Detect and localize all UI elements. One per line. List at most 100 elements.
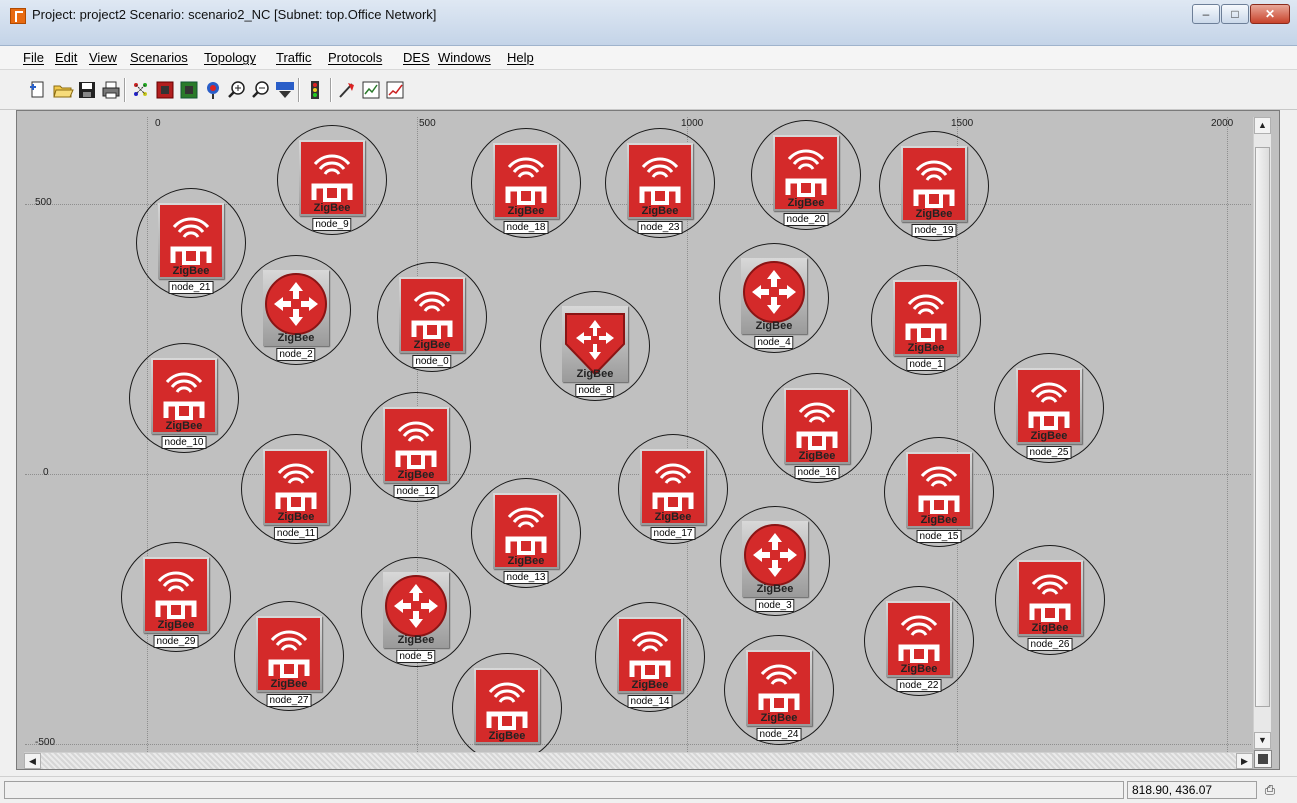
zigbee-node[interactable]: ZigBee node_2 xyxy=(241,255,351,375)
results-icon[interactable] xyxy=(360,79,382,101)
node-type-label: ZigBee xyxy=(488,730,526,742)
navigator-icon[interactable] xyxy=(1254,750,1272,768)
node-name-label[interactable]: node_12 xyxy=(393,485,439,498)
zigbee-node[interactable]: ZigBee node_11 xyxy=(241,434,351,554)
zigbee-node[interactable]: ZigBee node_25 xyxy=(994,353,1104,473)
zigbee-node[interactable]: ZigBee node_3 xyxy=(720,506,830,626)
network-canvas[interactable]: 0 500 1000 1500 2000 500 0 -500 ZigBee no… xyxy=(25,117,1251,758)
node-name-label[interactable]: node_4 xyxy=(754,336,794,349)
deploy-icon[interactable] xyxy=(130,79,152,101)
zigbee-node[interactable]: ZigBee node_12 xyxy=(361,392,471,512)
node-name-label[interactable]: node_17 xyxy=(650,527,696,540)
scroll-thumb[interactable] xyxy=(1255,147,1270,707)
node-name-label[interactable]: node_29 xyxy=(153,635,199,648)
minimize-button[interactable]: – xyxy=(1192,4,1220,24)
zigbee-node[interactable]: ZigBee node_0 xyxy=(377,262,487,382)
zigbee-node[interactable]: ZigBee node_19 xyxy=(879,131,989,251)
node-name-label[interactable]: node_3 xyxy=(755,599,795,612)
zigbee-node[interactable]: ZigBee node_9 xyxy=(277,125,387,245)
menu-scenarios[interactable]: Scenarios xyxy=(130,50,188,65)
node-name-label[interactable]: node_19 xyxy=(911,224,957,237)
y-tick-label: 500 xyxy=(35,197,52,208)
menu-view[interactable]: View xyxy=(89,50,117,65)
node-name-label[interactable]: node_10 xyxy=(161,436,207,449)
node-name-label[interactable]: node_8 xyxy=(575,384,615,397)
verify-icon[interactable] xyxy=(178,79,200,101)
node-name-label[interactable]: node_13 xyxy=(503,571,549,584)
title-bar: Project: project2 Scenario: scenario2_NC… xyxy=(0,0,1297,46)
zigbee-node[interactable]: ZigBee node_16 xyxy=(762,373,872,493)
node-name-label[interactable]: node_23 xyxy=(637,221,683,234)
node-name-label[interactable]: node_25 xyxy=(1026,446,1072,459)
status-icon[interactable]: ⎙ xyxy=(1262,782,1278,798)
node-name-label[interactable]: node_9 xyxy=(312,218,352,231)
zigbee-node[interactable]: ZigBee node_14 xyxy=(595,602,705,722)
failure-icon[interactable] xyxy=(336,79,358,101)
node-name-label[interactable]: node_15 xyxy=(916,530,962,543)
node-name-label[interactable]: node_18 xyxy=(503,221,549,234)
zoom-in-icon[interactable] xyxy=(226,79,248,101)
menu-help[interactable]: Help xyxy=(507,50,534,65)
node-name-label[interactable]: node_14 xyxy=(627,695,673,708)
ace-icon[interactable] xyxy=(274,79,296,101)
node-name-label[interactable]: node_24 xyxy=(756,728,802,741)
status-bar: 818.90, 436.07 ⎙ xyxy=(0,776,1297,803)
zigbee-node[interactable]: ZigBee node_13 xyxy=(471,478,581,598)
menu-des[interactable]: DES xyxy=(403,50,430,65)
zigbee-node[interactable]: ZigBee node_10 xyxy=(129,343,239,463)
maximize-button[interactable]: □ xyxy=(1221,4,1249,24)
zigbee-node[interactable]: ZigBee node_20 xyxy=(751,120,861,240)
scroll-down-button[interactable]: ▼ xyxy=(1254,732,1271,749)
node-name-label[interactable]: node_16 xyxy=(794,466,840,479)
menu-protocols[interactable]: Protocols xyxy=(328,50,382,65)
zigbee-node[interactable]: ZigBee node_23 xyxy=(605,128,715,248)
zigbee-node[interactable]: ZigBee node_24 xyxy=(724,635,834,755)
zigbee-node[interactable]: ZigBee node_26 xyxy=(995,545,1105,665)
print-icon[interactable] xyxy=(100,79,122,101)
close-button[interactable]: ✕ xyxy=(1250,4,1290,24)
zigbee-node[interactable]: ZigBee node_15 xyxy=(884,437,994,557)
node-name-label[interactable]: node_20 xyxy=(783,213,829,226)
menu-file[interactable]: File xyxy=(23,50,44,65)
node-name-label[interactable]: node_1 xyxy=(906,358,946,371)
node-name-label[interactable]: node_2 xyxy=(276,348,316,361)
node-type-label: ZigBee xyxy=(900,663,938,675)
node-name-label[interactable]: node_11 xyxy=(273,527,319,540)
node-type-label: ZigBee xyxy=(907,342,945,354)
scroll-right-button[interactable]: ▶ xyxy=(1236,753,1253,769)
run-simulation-icon[interactable] xyxy=(304,79,326,101)
x-tick-label: 2000 xyxy=(1211,118,1234,129)
node-name-label[interactable]: node_5 xyxy=(396,650,436,663)
zigbee-node[interactable]: ZigBee node_17 xyxy=(618,434,728,554)
node-name-label[interactable]: node_21 xyxy=(168,281,214,294)
node-name-label[interactable]: node_0 xyxy=(412,355,452,368)
zigbee-node[interactable]: ZigBee node_27 xyxy=(234,601,344,721)
zigbee-node[interactable]: ZigBee node_29 xyxy=(121,542,231,662)
node-type-label: ZigBee xyxy=(787,197,825,209)
zigbee-node[interactable]: ZigBee node_4 xyxy=(719,243,829,363)
open-icon[interactable] xyxy=(52,79,74,101)
menu-edit[interactable]: Edit xyxy=(55,50,77,65)
node-name-label[interactable]: node_22 xyxy=(896,679,942,692)
zoom-out-icon[interactable] xyxy=(250,79,272,101)
zigbee-node[interactable]: ZigBee node_1 xyxy=(871,265,981,385)
checkpoint-icon[interactable] xyxy=(202,79,224,101)
node-name-label[interactable]: node_27 xyxy=(266,694,312,707)
menu-traffic[interactable]: Traffic xyxy=(276,50,311,65)
menu-topology[interactable]: Topology xyxy=(204,50,256,65)
configure-icon[interactable] xyxy=(154,79,176,101)
zigbee-node[interactable]: ZigBee node_8 xyxy=(540,291,650,411)
save-icon[interactable] xyxy=(76,79,98,101)
graph-icon[interactable] xyxy=(384,79,406,101)
scroll-left-button[interactable]: ◀ xyxy=(24,753,41,769)
horizontal-scrollbar[interactable]: ◀ ▶ xyxy=(24,752,1253,769)
node-name-label[interactable]: node_26 xyxy=(1027,638,1073,651)
zigbee-node[interactable]: ZigBee node_21 xyxy=(136,188,246,308)
zigbee-node[interactable]: ZigBee node_18 xyxy=(471,128,581,248)
menu-windows[interactable]: Windows xyxy=(438,50,491,65)
new-project-icon[interactable] xyxy=(27,79,49,101)
zigbee-node[interactable]: ZigBee node_22 xyxy=(864,586,974,706)
vertical-scrollbar[interactable]: ▲ ▼ xyxy=(1253,117,1271,749)
zigbee-node[interactable]: ZigBee xyxy=(452,653,562,758)
scroll-up-button[interactable]: ▲ xyxy=(1254,117,1271,134)
